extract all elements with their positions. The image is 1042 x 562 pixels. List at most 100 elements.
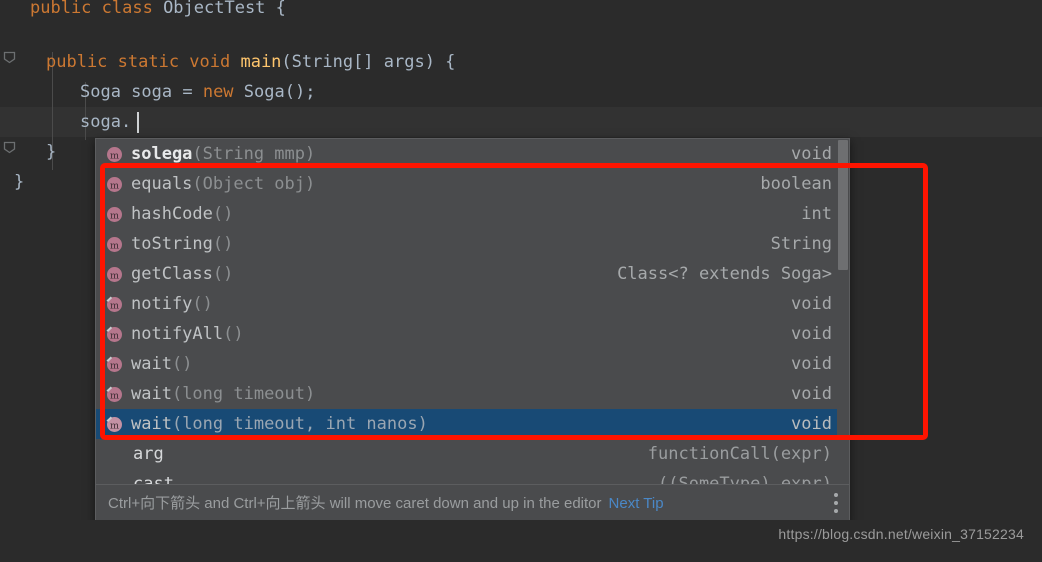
completion-item-label: toString() — [131, 229, 233, 259]
completion-item-notify[interactable]: m notify() void — [96, 289, 849, 319]
completion-item-params: () — [212, 234, 234, 254]
completion-item-label: arg — [133, 444, 164, 464]
method-icon: m — [106, 266, 123, 283]
completion-item-params: (String mmp) — [192, 144, 316, 164]
completion-item-params: () — [171, 354, 193, 374]
completion-item-label: notifyAll() — [131, 319, 244, 349]
method-final-icon: m — [106, 296, 123, 313]
completion-item-params: (long timeout, int nanos) — [171, 414, 428, 434]
completion-item-params: () — [212, 204, 234, 224]
completion-item-label: cast — [133, 474, 174, 484]
completion-item-wait[interactable]: m wait() void — [96, 349, 849, 379]
completion-item-label: hashCode() — [131, 199, 233, 229]
code-fold-icon-class[interactable] — [3, 141, 16, 154]
next-tip-link[interactable]: Next Tip — [609, 495, 664, 512]
completion-item-label: getClass() — [131, 259, 233, 289]
completion-item-equals[interactable]: m equals(Object obj) boolean — [96, 169, 849, 199]
code-completion-popup[interactable]: m solega(String mmp) void m equals(Objec… — [95, 138, 850, 523]
completion-item-params: () — [192, 294, 213, 314]
svg-text:m: m — [110, 300, 119, 311]
method-icon: m — [106, 206, 123, 223]
completion-item-arg[interactable]: arg functionCall(expr) — [96, 439, 849, 469]
completion-item-params: () — [212, 264, 234, 284]
completion-item-params: (Object obj) — [192, 174, 316, 194]
tip-of-the-day-bar: Ctrl+向下箭头 and Ctrl+向上箭头 will move caret … — [96, 484, 849, 522]
method-final-icon: m — [106, 416, 123, 433]
completion-item-solega[interactable]: m solega(String mmp) void — [96, 139, 849, 169]
svg-text:m: m — [110, 330, 119, 341]
completion-scrollbar[interactable] — [837, 139, 849, 484]
completion-item-name: wait — [131, 384, 172, 404]
completion-scrollbar-thumb[interactable] — [838, 140, 848, 270]
svg-text:m: m — [110, 270, 119, 281]
completion-item-label: solega(String mmp) — [131, 139, 315, 169]
method-final-icon: m — [106, 356, 123, 373]
code-token-brace: { — [275, 0, 286, 18]
code-token-keyword-new: new — [202, 82, 244, 102]
text-caret — [137, 112, 139, 133]
code-line-1[interactable]: public class ObjectTest { — [30, 0, 286, 23]
code-line-6[interactable]: } — [14, 167, 24, 197]
method-final-icon: m — [106, 326, 123, 343]
code-token-brace: } — [14, 172, 25, 192]
completion-item-type: int — [801, 204, 832, 224]
bottom-bar: https://blog.csdn.net/weixin_37152234 — [0, 520, 1042, 562]
svg-text:m: m — [110, 390, 119, 401]
code-token-classname: ObjectTest — [163, 0, 276, 18]
completion-item-notifyall[interactable]: m notifyAll() void — [96, 319, 849, 349]
completion-item-name: getClass — [131, 264, 213, 284]
code-line-3[interactable]: Soga soga = new Soga(); — [80, 77, 315, 107]
completion-item-type: boolean — [760, 174, 832, 194]
completion-item-name: wait — [131, 354, 172, 374]
completion-item-type: void — [791, 384, 832, 404]
code-token-params: (String[] args) { — [281, 52, 456, 72]
completion-item-label: wait(long timeout, int nanos) — [131, 409, 428, 439]
code-token-keyword: public static void — [46, 52, 241, 72]
svg-text:m: m — [110, 180, 119, 191]
completion-item-params: (long timeout) — [171, 384, 316, 404]
completion-item-type: void — [791, 294, 832, 314]
completion-item-name: wait — [131, 414, 172, 434]
code-token-brace: } — [46, 142, 57, 162]
code-token-methodname: main — [240, 52, 282, 72]
method-icon: m — [106, 176, 123, 193]
tip-text: Ctrl+向下箭头 and Ctrl+向上箭头 will move caret … — [108, 495, 602, 512]
completion-list[interactable]: m solega(String mmp) void m equals(Objec… — [96, 139, 849, 484]
completion-item-params: () — [223, 324, 244, 344]
completion-item-type: void — [791, 324, 832, 344]
completion-item-label: equals(Object obj) — [131, 169, 315, 199]
completion-item-name: hashCode — [131, 204, 213, 224]
completion-item-expansion: functionCall(expr) — [647, 444, 832, 464]
completion-item-type: String — [770, 234, 832, 254]
watermark-url: https://blog.csdn.net/weixin_37152234 — [778, 526, 1024, 542]
completion-item-cast[interactable]: cast ((SomeType) expr) — [96, 469, 849, 484]
completion-item-getclass[interactable]: m getClass() Class<? extends Soga> — [96, 259, 849, 289]
completion-item-label: wait() — [131, 349, 192, 379]
code-line-4[interactable]: soga. — [80, 107, 131, 137]
code-token-member-access: soga. — [80, 112, 132, 132]
completion-item-name: toString — [131, 234, 213, 254]
completion-item-expansion: ((SomeType) expr) — [658, 474, 832, 484]
method-icon: m — [106, 146, 123, 163]
current-line-highlight — [0, 107, 1042, 137]
completion-item-hashcode[interactable]: m hashCode() int — [96, 199, 849, 229]
svg-text:m: m — [110, 240, 119, 251]
code-token-keyword: public class — [30, 0, 164, 18]
code-line-2[interactable]: public static void main(String[] args) { — [46, 47, 455, 77]
svg-text:m: m — [110, 210, 119, 221]
code-line-5[interactable]: } — [46, 137, 56, 167]
completion-item-type: void — [791, 354, 832, 374]
code-fold-icon-method[interactable] — [3, 51, 16, 64]
method-final-icon: m — [106, 386, 123, 403]
more-options-icon[interactable] — [834, 493, 839, 517]
completion-item-wait-timeout[interactable]: m wait(long timeout) void — [96, 379, 849, 409]
method-icon: m — [106, 236, 123, 253]
svg-text:m: m — [110, 150, 119, 161]
completion-item-wait-timeout-nanos[interactable]: m wait(long timeout, int nanos) void — [96, 409, 849, 439]
completion-item-label: notify() — [131, 289, 213, 319]
completion-item-name: notify — [131, 294, 193, 314]
svg-text:m: m — [110, 360, 119, 371]
completion-item-tostring[interactable]: m toString() String — [96, 229, 849, 259]
code-token-ctor: Soga(); — [243, 82, 316, 102]
editor-gutter[interactable] — [0, 0, 30, 520]
